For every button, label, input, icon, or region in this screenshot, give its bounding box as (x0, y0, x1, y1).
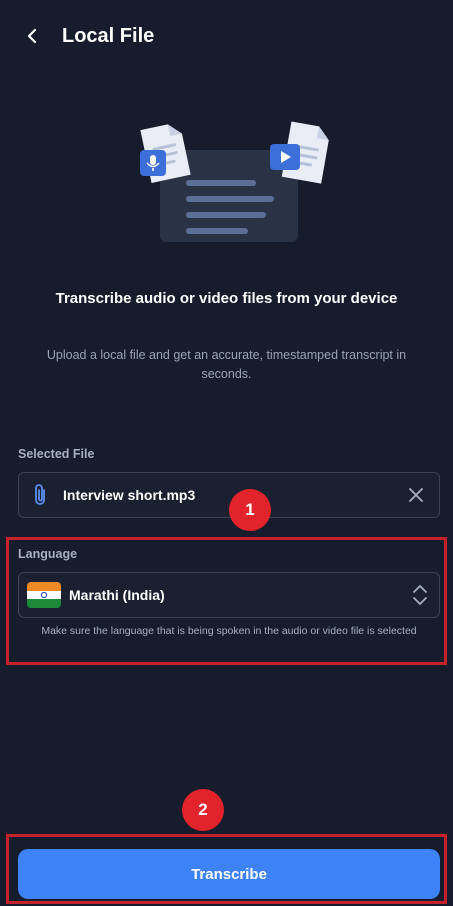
transcribe-illustration (120, 110, 340, 260)
language-select[interactable]: Marathi (India) (18, 572, 440, 618)
back-button[interactable] (18, 22, 46, 50)
language-label: Language (18, 547, 78, 561)
video-file-icon (270, 121, 329, 184)
clear-file-button[interactable] (403, 482, 429, 508)
india-flag-icon (27, 582, 61, 608)
paperclip-icon (35, 484, 45, 505)
page-title: Local File (62, 25, 155, 47)
step-marker-2: 2 (182, 789, 224, 831)
hero-subtitle: Upload a local file and get an accurate,… (46, 348, 407, 381)
local-file-screen: Local File Transcribe audio or video fil… (0, 0, 453, 906)
step-marker-1: 1 (229, 489, 271, 531)
chevron-left-icon (27, 28, 37, 44)
transcribe-button[interactable]: Transcribe (18, 849, 440, 899)
chevron-up-down-icon (413, 585, 427, 605)
audio-file-icon (140, 124, 191, 183)
language-hint: Make sure the language that is being spo… (41, 625, 417, 637)
hero-title: Transcribe audio or video files from you… (55, 290, 398, 307)
close-icon (409, 488, 423, 502)
language-value: Marathi (India) (69, 587, 165, 603)
selected-file-label: Selected File (18, 447, 95, 461)
